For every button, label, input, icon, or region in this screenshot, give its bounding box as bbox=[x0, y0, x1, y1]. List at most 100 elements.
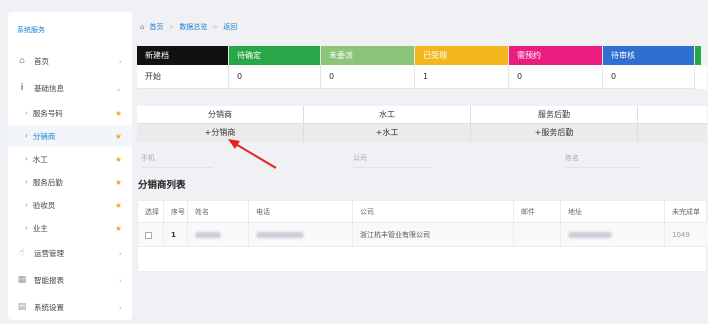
star-icon: ★ bbox=[114, 223, 122, 233]
sidebar-subitem-label: 分销商 bbox=[32, 131, 56, 141]
hand-icon: ☝ bbox=[19, 248, 25, 258]
tab-plumber[interactable]: 水工 bbox=[304, 106, 471, 124]
home-icon: ⌂ bbox=[19, 56, 25, 66]
column-header: 姓名 bbox=[188, 201, 249, 222]
sidebar-item-label: 智能报表 bbox=[34, 275, 64, 285]
row-checkbox[interactable] bbox=[145, 231, 152, 239]
chevron-right-icon: › bbox=[118, 248, 122, 258]
row-address-redacted bbox=[561, 223, 665, 246]
sidebar-subitem-label: 验收员 bbox=[32, 200, 56, 210]
status-value-pending-confirm: 0 bbox=[229, 65, 321, 89]
breadcrumb-back[interactable]: 返回 bbox=[223, 22, 237, 32]
row-phone-redacted bbox=[249, 223, 353, 246]
name-filter-input[interactable]: 姓名 bbox=[565, 152, 639, 168]
sidebar-subitem-inspector[interactable]: › 验收员 ★ bbox=[8, 194, 132, 216]
status-value-needs-appointment: 0 bbox=[509, 65, 603, 89]
column-header: 公司 bbox=[353, 201, 514, 222]
breadcrumb-separator: > bbox=[212, 23, 219, 31]
tab-empty bbox=[638, 106, 707, 124]
tab-distributor[interactable]: 分销商 bbox=[137, 106, 304, 124]
sidebar-subitem-logistics[interactable]: › 服务后勤 ★ bbox=[8, 171, 132, 193]
phone-filter-input[interactable]: 手机 bbox=[141, 152, 213, 168]
chevron-right-icon: › bbox=[25, 109, 28, 117]
sidebar-subitem-label: 水工 bbox=[32, 154, 48, 164]
redacted-text bbox=[195, 232, 221, 238]
status-summary-table: 新建档 待确定 未委派 已受理 需预约 待审核 开始 0 0 1 0 0 bbox=[137, 46, 707, 89]
list-title: 分销商列表 bbox=[138, 180, 186, 191]
filter-bar: 手机 公司 姓名 bbox=[141, 152, 701, 168]
info-icon: i bbox=[20, 83, 24, 93]
role-tab-grid: 分销商 水工 服务后勤 +分销商 +水工 +服务后勤 bbox=[137, 106, 707, 142]
sidebar-subitem-label: 业主 bbox=[32, 223, 48, 233]
add-logistics-button[interactable]: +服务后勤 bbox=[471, 124, 638, 142]
sidebar-item-basic-info[interactable]: i 基础信息 ⌄ bbox=[8, 77, 132, 99]
tab-logistics[interactable]: 服务后勤 bbox=[471, 106, 638, 124]
table-header-row: 选择 序号 姓名 电话 公司 邮件 地址 未完成单 bbox=[138, 201, 708, 223]
chevron-right-icon: › bbox=[25, 201, 28, 209]
breadcrumb: ⌂ 首页 > 数据总览 > 返回 bbox=[140, 22, 237, 32]
chevron-right-icon: › bbox=[25, 178, 28, 186]
row-name-redacted bbox=[188, 223, 249, 246]
sidebar-subitem-label: 服务号码 bbox=[32, 108, 63, 118]
status-value-new: 开始 bbox=[137, 65, 229, 89]
star-icon: ★ bbox=[114, 108, 122, 118]
row-email bbox=[514, 223, 561, 246]
add-distributor-button[interactable]: +分销商 bbox=[137, 124, 304, 142]
add-plumber-button[interactable]: +水工 bbox=[304, 124, 471, 142]
row-pending-count: 1049 bbox=[672, 231, 690, 239]
chevron-right-icon: › bbox=[118, 302, 122, 312]
sidebar-subitem-plumber[interactable]: › 水工 ★ bbox=[8, 148, 132, 170]
star-icon: ★ bbox=[114, 154, 122, 164]
breadcrumb-home[interactable]: 首页 bbox=[149, 22, 163, 32]
status-value-pending-review: 0 bbox=[603, 65, 695, 89]
chevron-right-icon: › bbox=[118, 275, 122, 285]
column-header: 电话 bbox=[249, 201, 353, 222]
sidebar-item-label: 系统设置 bbox=[34, 302, 64, 312]
chevron-right-icon: › bbox=[25, 224, 28, 232]
sidebar-item-operations[interactable]: ☝ 运营管理 › bbox=[8, 242, 132, 264]
chevron-down-icon: ⌄ bbox=[115, 83, 122, 93]
main-content: ⌂ 首页 > 数据总览 > 返回 新建档 待确定 未委派 已受理 需预约 待审核… bbox=[136, 0, 708, 324]
settings-icon: ▤ bbox=[17, 302, 27, 312]
status-value-unassigned: 0 bbox=[321, 65, 415, 89]
sidebar: 系统服务 ⌂ 首页 › i 基础信息 ⌄ › 服务号码 ★ › 分销商 ★ › … bbox=[8, 12, 132, 320]
status-header-accepted[interactable]: 已受理 bbox=[415, 46, 509, 65]
column-header: 序号 bbox=[164, 201, 188, 222]
status-header-overflow bbox=[695, 46, 701, 65]
redacted-text bbox=[256, 232, 304, 238]
distributor-table: 选择 序号 姓名 电话 公司 邮件 地址 未完成单 1 浙江杭丰管业有限公司 1… bbox=[137, 200, 708, 272]
row-select-cell bbox=[138, 223, 164, 246]
status-value-accepted: 1 bbox=[415, 65, 509, 89]
chevron-right-icon: › bbox=[25, 155, 28, 163]
sidebar-item-reports[interactable]: ▦ 智能报表 › bbox=[8, 269, 132, 291]
sidebar-item-label: 运营管理 bbox=[34, 248, 64, 258]
sidebar-subitem-service-number[interactable]: › 服务号码 ★ bbox=[8, 102, 132, 124]
chevron-right-icon: › bbox=[25, 132, 28, 140]
sidebar-subitem-distributor[interactable]: › 分销商 ★ bbox=[8, 125, 132, 147]
status-header-needs-appointment[interactable]: 需预约 bbox=[509, 46, 603, 65]
sidebar-item-settings[interactable]: ▤ 系统设置 › bbox=[8, 296, 132, 318]
add-empty bbox=[638, 124, 707, 142]
sidebar-subitem-owner[interactable]: › 业主 ★ bbox=[8, 217, 132, 239]
star-icon: ★ bbox=[114, 131, 122, 141]
table-row[interactable]: 1 浙江杭丰管业有限公司 1049 bbox=[138, 223, 708, 247]
row-company: 浙江杭丰管业有限公司 bbox=[353, 223, 514, 246]
company-filter-input[interactable]: 公司 bbox=[353, 152, 433, 168]
breadcrumb-section[interactable]: 数据总览 bbox=[179, 22, 207, 32]
table-icon: ▦ bbox=[17, 275, 27, 285]
status-header-pending-review[interactable]: 待审核 bbox=[603, 46, 695, 65]
status-header-new[interactable]: 新建档 bbox=[137, 46, 229, 65]
status-header-unassigned[interactable]: 未委派 bbox=[321, 46, 415, 65]
sidebar-title: 系统服务 bbox=[17, 26, 45, 34]
status-header-pending-confirm[interactable]: 待确定 bbox=[229, 46, 321, 65]
star-icon: ★ bbox=[114, 200, 122, 210]
sidebar-item-home[interactable]: ⌂ 首页 › bbox=[8, 50, 132, 72]
chevron-right-icon: › bbox=[118, 56, 122, 66]
star-icon: ★ bbox=[114, 177, 122, 187]
sidebar-item-label: 首页 bbox=[34, 56, 49, 66]
redacted-text bbox=[568, 232, 612, 238]
column-header: 地址 bbox=[561, 201, 665, 222]
column-header: 未完成单 bbox=[672, 208, 700, 216]
sidebar-item-label: 基础信息 bbox=[34, 83, 64, 93]
home-icon: ⌂ bbox=[140, 23, 145, 31]
